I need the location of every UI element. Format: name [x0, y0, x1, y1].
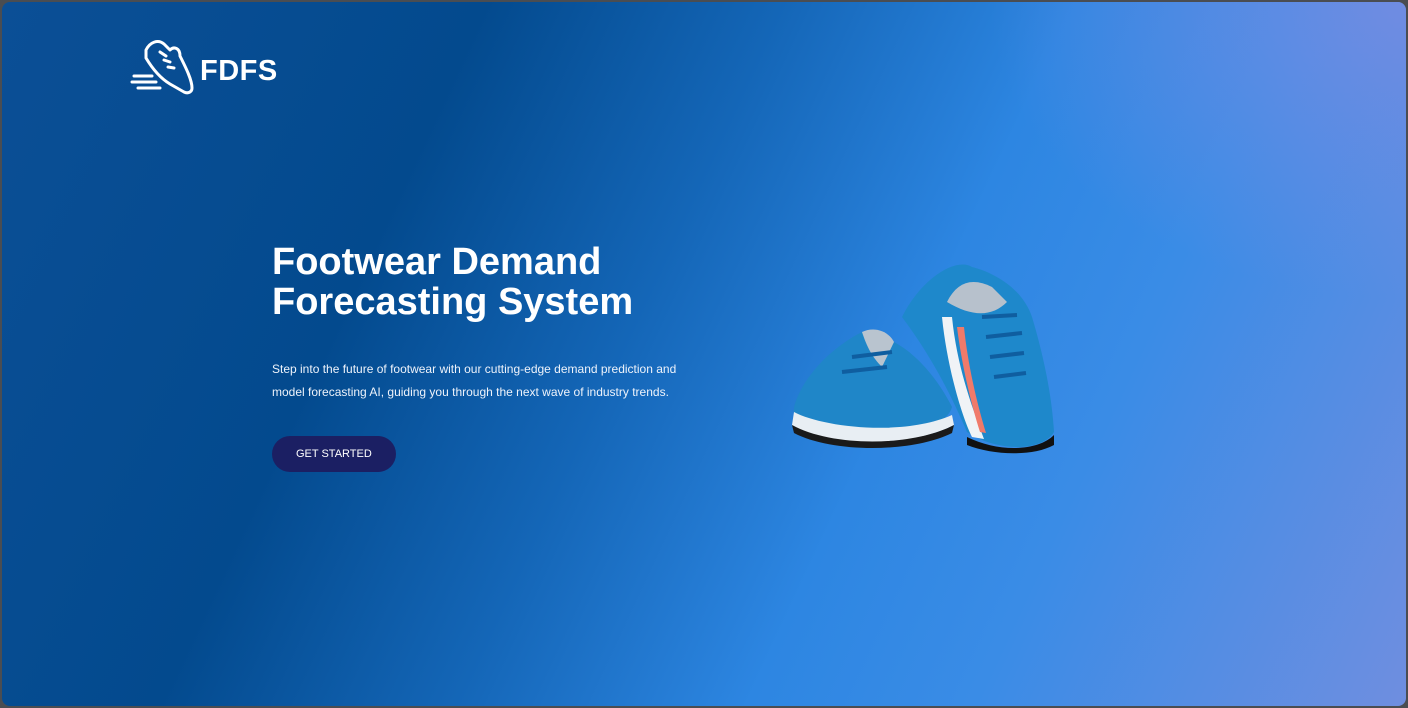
shoes-image — [792, 264, 1054, 454]
hero-section: Footwear Demand Forecasting System Step … — [272, 242, 692, 472]
get-started-button[interactable]: GET STARTED — [272, 436, 396, 472]
brand-logo[interactable]: FDFS — [130, 36, 278, 98]
page-title: Footwear Demand Forecasting System — [272, 241, 634, 323]
hero-description: Step into the future of footwear with ou… — [272, 362, 677, 399]
running-shoe-icon — [130, 40, 194, 95]
landing-page: FDFS Footwear Demand Forecasting System … — [2, 2, 1406, 706]
brand-name: FDFS — [200, 54, 278, 87]
